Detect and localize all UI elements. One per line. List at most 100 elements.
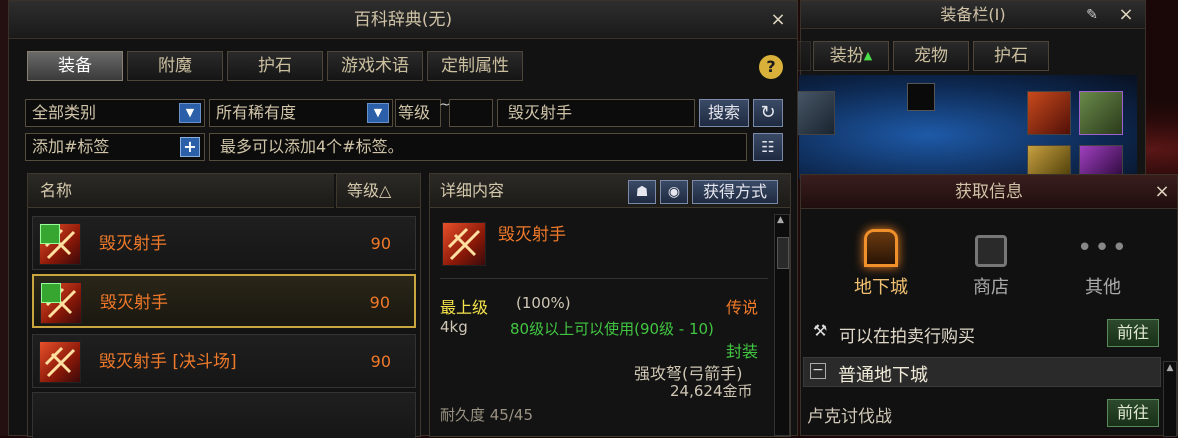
dungeon-go-button[interactable]: 前往 — [1107, 399, 1159, 427]
equipment-window: 装备栏(I) ✎ × 物品栏 装扮▲ 宠物 护石 — [731, 0, 1146, 180]
detail-rarity: 传说 — [726, 298, 759, 317]
pin-icon[interactable]: ✎ — [1077, 1, 1107, 29]
scroll-thumb[interactable] — [777, 237, 789, 269]
equipment-slot-sub-2[interactable] — [1079, 145, 1123, 177]
encyclopedia-close-icon[interactable]: × — [763, 1, 793, 39]
tag-input[interactable]: 最多可以添加4个#标签。 — [209, 133, 747, 161]
detail-header-label: 详细内容 — [440, 181, 505, 200]
equipment-slot-title[interactable] — [1079, 91, 1123, 135]
acquire-close-icon[interactable]: × — [1147, 175, 1177, 209]
eye-icon[interactable]: ◉ — [660, 180, 688, 204]
encyclopedia-titlebar[interactable]: 百科辞典(无) — [9, 1, 797, 39]
search-input[interactable]: 毁灭射手 — [497, 99, 695, 127]
list-header-name-label: 名称 — [40, 181, 73, 200]
list-item-level: 90 — [369, 293, 390, 312]
detail-type-line: 封装 — [726, 342, 759, 361]
acquire-option-other-label: 其他 — [1085, 277, 1121, 298]
dungeon-section-header[interactable]: − 普通地下城 — [803, 357, 1161, 387]
acquire-option-dungeon-label: 地下城 — [854, 277, 908, 298]
category-dropdown-icon[interactable]: ▼ — [179, 103, 201, 123]
acquire-method-button[interactable]: 获得方式 — [692, 180, 778, 204]
acquire-titlebar[interactable]: 获取信息 — [801, 175, 1177, 209]
detail-item-name: 毁灭射手 — [498, 225, 566, 245]
dungeon-name: 卢克讨伐战 — [807, 407, 892, 427]
more-icon: ••• — [1076, 233, 1129, 263]
encyclopedia-window: 百科辞典(无) × 装备 附魔 护石 游戏术语 定制属性 ? 全部类别 ▼ 所有… — [8, 0, 798, 438]
list-item-name: 毁灭射手 — [99, 234, 167, 254]
tab-custom-attributes[interactable]: 定制属性 — [427, 51, 523, 81]
tab-pet[interactable]: 宠物 — [893, 41, 969, 71]
level-input[interactable] — [449, 99, 493, 127]
acquire-option-dungeon[interactable]: 地下城 — [841, 229, 921, 299]
detail-grade-pct: (100%) — [516, 294, 571, 312]
detail-requirement: 80级以上可以使用(90级 - 10) — [510, 320, 714, 338]
detail-scrollbar[interactable]: ▲ — [774, 214, 790, 436]
list-item-selected[interactable]: 毁灭射手 90 — [32, 274, 416, 328]
equipment-slot-center[interactable] — [907, 83, 935, 111]
detail-weight: 4kg — [440, 318, 468, 336]
list-item[interactable]: 毁灭射手 90 — [32, 216, 416, 270]
detail-divider — [440, 278, 768, 279]
hammer-icon: ⚒ — [813, 321, 828, 340]
auction-go-button[interactable]: 前往 — [1107, 319, 1159, 347]
add-tag-icon[interactable]: + — [180, 137, 200, 157]
dungeon-icon — [864, 229, 898, 267]
tab-costume[interactable]: 装扮▲ — [813, 41, 889, 71]
detail-durability: 耐久度 45/45 — [440, 406, 533, 424]
list-header-level[interactable]: 等级△ — [336, 174, 420, 208]
search-button[interactable]: 搜索 — [699, 99, 749, 127]
detail-item-icon — [442, 222, 486, 266]
player-icon — [40, 224, 60, 244]
level-label: 等级 — [395, 99, 441, 127]
equipment-slot-weapon[interactable] — [1027, 91, 1071, 135]
list-item-empty[interactable] — [32, 392, 416, 438]
tab-costume-label: 装扮 — [829, 46, 864, 66]
tab-glossary[interactable]: 游戏术语 — [327, 51, 423, 81]
tag-menu-button[interactable]: ☷ — [753, 133, 783, 161]
refresh-button[interactable]: ↻ — [753, 99, 783, 127]
equipment-title: 装备栏(I) — [940, 5, 1006, 24]
tab-talisman[interactable]: 护石 — [973, 41, 1049, 71]
list-header-name[interactable]: 名称 — [28, 174, 334, 208]
tab-talisman[interactable]: 护石 — [227, 51, 323, 81]
item-list-panel: 名称 等级△ 毁灭射手 90 毁灭射手 90 毁灭射手 [决斗场] 90 — [27, 173, 421, 438]
equipment-close-icon[interactable]: × — [1111, 1, 1141, 29]
encyclopedia-title: 百科辞典(无) — [353, 10, 453, 30]
crossbow-icon — [39, 341, 81, 383]
detail-price: 24,624金币 — [670, 382, 753, 400]
crossbow-icon — [40, 282, 82, 324]
auction-text: 可以在拍卖行购买 — [839, 327, 975, 347]
scroll-up-icon[interactable]: ▲ — [777, 215, 784, 225]
auction-row: ⚒ 可以在拍卖行购买 前往 — [811, 317, 1167, 349]
crossbow-icon — [39, 223, 81, 265]
list-item-name: 毁灭射手 — [100, 293, 168, 313]
acquire-option-other[interactable]: ••• 其他 — [1063, 229, 1143, 299]
dungeon-section-title: 普通地下城 — [838, 365, 928, 386]
shop-icon — [975, 235, 1007, 267]
acquire-option-shop[interactable]: 商店 — [951, 229, 1031, 299]
equipment-slot-sub-1[interactable] — [1027, 145, 1071, 177]
rarity-dropdown-icon[interactable]: ▼ — [367, 103, 389, 123]
tag-add-field[interactable]: 添加#标签 + — [25, 133, 205, 161]
list-item-name: 毁灭射手 [决斗场] — [99, 352, 237, 372]
list-item-level: 90 — [370, 234, 391, 253]
acquire-scrollbar[interactable]: ▲ — [1163, 361, 1177, 437]
detail-panel: 详细内容 ☗ ◉ 获得方式 毁灭射手 最上级 (100%) 传说 4kg 80级… — [429, 173, 791, 437]
collapse-icon[interactable]: − — [810, 363, 826, 379]
tag-add-label: 添加#标签 — [32, 137, 110, 156]
list-item[interactable]: 毁灭射手 [决斗场] 90 — [32, 334, 416, 388]
list-item-level: 90 — [370, 352, 391, 371]
tab-enchant[interactable]: 附魔 — [127, 51, 223, 81]
tab-equipment[interactable]: 装备 — [27, 51, 123, 81]
rarity-value: 所有稀有度 — [216, 103, 297, 122]
avatar-preview-button[interactable]: ☗ — [628, 180, 656, 204]
detail-grade: 最上级 — [440, 298, 489, 317]
scroll-up-icon[interactable]: ▲ — [1165, 363, 1175, 375]
help-icon[interactable]: ? — [759, 55, 783, 79]
rarity-select[interactable]: 所有稀有度 ▼ — [209, 99, 393, 127]
category-select[interactable]: 全部类别 ▼ — [25, 99, 205, 127]
category-value: 全部类别 — [32, 103, 97, 122]
up-arrow-icon: ▲ — [863, 49, 873, 62]
acquire-option-shop-label: 商店 — [973, 277, 1009, 298]
acquire-title: 获取信息 — [955, 182, 1023, 202]
